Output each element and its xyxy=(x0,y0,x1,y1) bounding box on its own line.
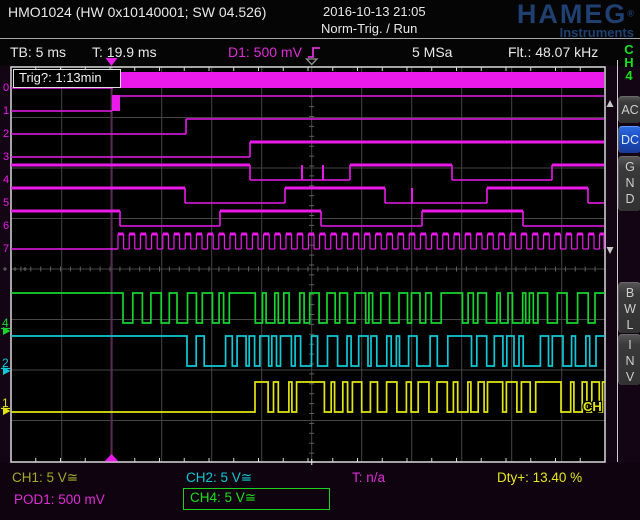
trigger-position-marker-top[interactable] xyxy=(106,58,118,66)
pod-scroll-down-icon[interactable] xyxy=(607,247,614,254)
ch-overlay-label: CH xyxy=(583,399,602,414)
time-reference-marker xyxy=(307,59,318,65)
sidebar-button-ac[interactable]: AC xyxy=(618,96,640,123)
svg-text:3: 3 xyxy=(3,151,9,163)
svg-text:5: 5 xyxy=(3,197,9,209)
sidebar-button-dc[interactable]: DC xyxy=(618,126,640,153)
pod-scroll-up-icon[interactable] xyxy=(607,100,614,107)
svg-text:7: 7 xyxy=(3,243,9,255)
svg-text:1: 1 xyxy=(3,105,9,117)
trigger-warning-text: Trig?: 1:13min xyxy=(19,70,102,85)
sidebar-button-gnd[interactable]: GND xyxy=(618,156,640,211)
svg-text:4: 4 xyxy=(3,174,9,186)
svg-text:2: 2 xyxy=(3,128,9,140)
trigger-warning-box: Trig?: 1:13min xyxy=(13,69,121,88)
oscilloscope-screen: 01234567421CH HMO1024 (HW 0x10140001; SW… xyxy=(0,0,640,520)
svg-text:6: 6 xyxy=(3,220,9,232)
sidebar-button-inv[interactable]: INV xyxy=(618,334,640,385)
sidebar-channel-label: CH4 xyxy=(618,43,640,82)
svg-text:0: 0 xyxy=(3,82,9,94)
sidebar-button-bwl[interactable]: BWL xyxy=(618,282,640,333)
